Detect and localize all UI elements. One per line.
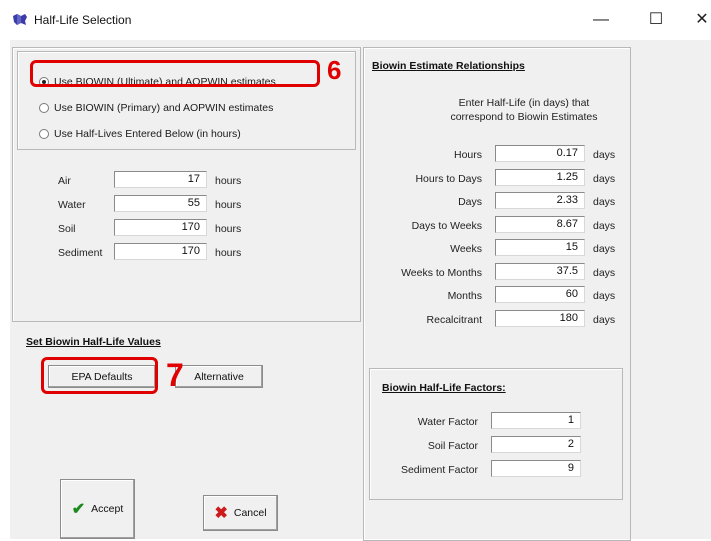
alternative-button[interactable]: Alternative [175, 365, 263, 388]
cancel-label: Cancel [233, 507, 267, 519]
sediment-unit: hours [215, 247, 242, 259]
callout-6-number: 6 [327, 55, 342, 85]
close-button[interactable]: ✕ [693, 8, 711, 32]
factor-label: Water Factor [417, 416, 478, 428]
relationship-unit: days [593, 267, 616, 279]
relationship-label: Months [447, 290, 482, 302]
soil-half-life-field[interactable]: 170 [114, 219, 207, 236]
factor-label: Sediment Factor [400, 464, 478, 476]
option-label: Use BIOWIN (Primary) and AOPWIN estimate… [54, 102, 274, 114]
relationship-days-field[interactable]: 2.33 [495, 192, 585, 209]
factor-field[interactable]: 1 [491, 412, 581, 429]
air-half-life-field[interactable]: 17 [114, 171, 207, 188]
relationship-days-field[interactable]: 60 [495, 286, 585, 303]
app-icon [13, 14, 27, 25]
callout-7-highlight [41, 357, 158, 394]
x-mark-icon: ✖ [214, 505, 228, 522]
sediment-half-life-field[interactable]: 170 [114, 243, 207, 260]
relationship-label: Hours [453, 149, 482, 161]
factor-field[interactable]: 2 [491, 436, 581, 453]
relationship-label: Hours to Days [415, 173, 482, 185]
relationship-days-field[interactable]: 37.5 [495, 263, 585, 280]
relationship-unit: days [593, 196, 616, 208]
radio-icon[interactable] [39, 103, 49, 113]
accept-button[interactable]: ✔ Accept [60, 479, 135, 539]
title-bar: Half-Life Selection — ☐ ✕ [0, 0, 711, 40]
relationship-label: Weeks [450, 243, 482, 255]
window-title: Half-Life Selection [34, 13, 132, 27]
factor-field[interactable]: 9 [491, 460, 581, 477]
relationship-label: Weeks to Months [401, 267, 482, 279]
factors-group: Biowin Half-Life Factors: Water Factor 1 S… [369, 368, 623, 500]
relationship-label: Days to Weeks [411, 220, 482, 232]
relationship-label: Days [458, 196, 482, 208]
relationship-days-field[interactable]: 15 [495, 239, 585, 256]
soil-unit: hours [215, 223, 242, 235]
relationship-unit: days [593, 220, 616, 232]
water-half-life-field[interactable]: 55 [114, 195, 207, 212]
accept-label: Accept [91, 503, 124, 515]
option-label: Use Half-Lives Entered Below (in hours) [54, 128, 241, 140]
soil-label: Soil [58, 223, 76, 235]
relationship-days-field[interactable]: 180 [495, 310, 585, 327]
relationship-days-field[interactable]: 8.67 [495, 216, 585, 233]
relationship-unit: days [593, 149, 616, 161]
maximize-button[interactable]: ☐ [641, 8, 671, 32]
relationships-description: Enter Half-Life (in days) that correspon… [424, 96, 624, 124]
dialog-body: Use BIOWIN (Ultimate) and AOPWIN estimat… [10, 40, 711, 541]
radio-icon[interactable] [39, 129, 49, 139]
relationship-unit: days [593, 243, 616, 255]
water-unit: hours [215, 199, 242, 211]
relationships-heading: Biowin Estimate Relationships [372, 60, 525, 72]
sediment-label: Sediment [58, 247, 103, 259]
description-line: correspond to Biowin Estimates [450, 111, 598, 123]
set-biowin-heading: Set Biowin Half-Life Values [26, 336, 161, 348]
water-label: Water [58, 199, 86, 211]
minimize-button[interactable]: — [586, 8, 616, 32]
callout-6-highlight [30, 60, 320, 87]
relationship-unit: days [593, 290, 616, 302]
option-entered-half-lives[interactable]: Use Half-Lives Entered Below (in hours) [39, 125, 241, 143]
biowin-relationships-panel: Biowin Estimate Relationships Enter Half… [363, 47, 631, 541]
factor-label: Soil Factor [427, 440, 478, 452]
air-label: Air [58, 175, 71, 187]
cancel-button[interactable]: ✖ Cancel [203, 495, 278, 531]
relationship-unit: days [593, 173, 616, 185]
checkmark-icon: ✔ [71, 501, 86, 518]
relationship-unit: days [593, 314, 616, 326]
factors-heading: Biowin Half-Life Factors: [382, 382, 506, 394]
option-biowin-primary[interactable]: Use BIOWIN (Primary) and AOPWIN estimate… [39, 99, 273, 117]
air-unit: hours [215, 175, 242, 187]
relationship-days-field[interactable]: 0.17 [495, 145, 585, 162]
relationship-label: Recalcitrant [426, 314, 482, 326]
description-line: Enter Half-Life (in days) that [458, 97, 590, 109]
callout-7-number: 7 [166, 357, 184, 393]
half-life-panel: Use BIOWIN (Ultimate) and AOPWIN estimat… [12, 47, 361, 322]
relationship-days-field[interactable]: 1.25 [495, 169, 585, 186]
